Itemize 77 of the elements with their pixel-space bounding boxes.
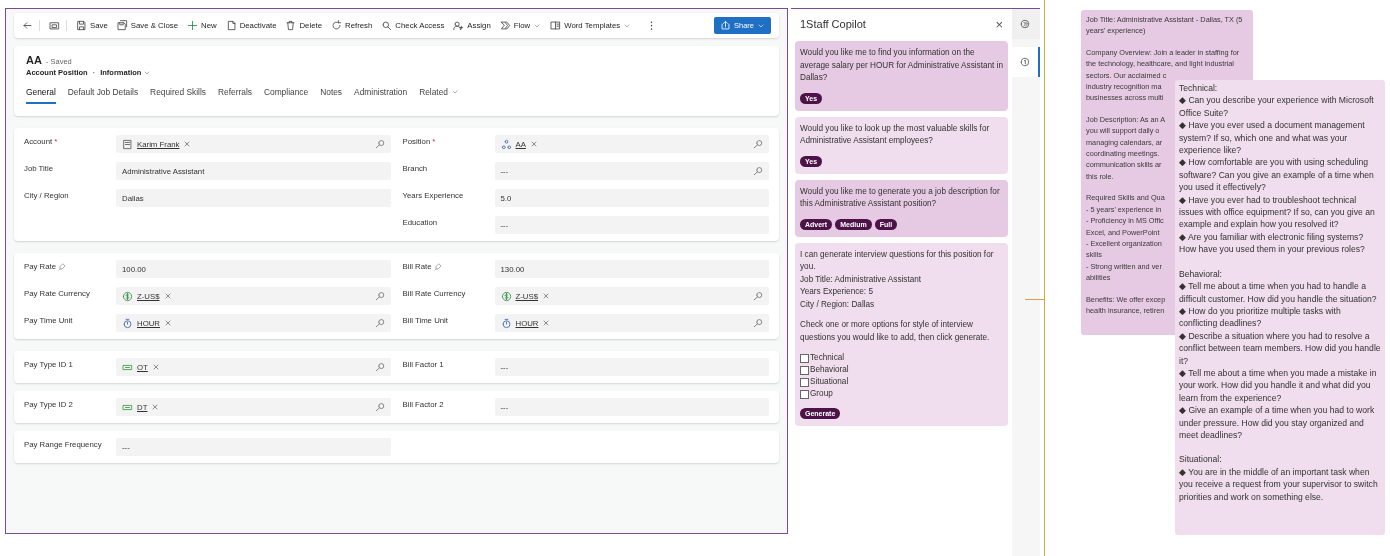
question-text: ◆ Have you ever used a document management system? If so, which one and what was your experience like? xyxy=(1179,119,1366,157)
save-icon xyxy=(76,20,87,31)
question-text: ◆ Describe a situation where you had to resolve a conflict between team members. How did you handle it? xyxy=(1179,329,1381,367)
stopwatch-icon xyxy=(500,317,512,329)
flow-icon xyxy=(499,20,511,31)
remove-icon[interactable] xyxy=(151,363,160,371)
share-icon xyxy=(720,20,731,31)
search-icon[interactable] xyxy=(753,291,763,301)
tab[interactable]: Notes xyxy=(320,87,343,104)
question-text: ◆ Tell me about a time when you made a mistake in your work. How did you handle it and what did you learn from the experience? xyxy=(1179,366,1378,405)
message-text: Years Experience: 5 xyxy=(800,286,874,298)
message-text: Would you like me to find you information on the average salary per HOUR for Administrative Assistant in Dallas? xyxy=(800,47,1004,84)
close-button[interactable]: × xyxy=(995,16,1003,32)
tab[interactable]: Referrals xyxy=(217,87,252,104)
tab[interactable]: Required Skills xyxy=(150,87,206,104)
dollar-icon xyxy=(500,290,512,302)
question-text: ◆ Are you familiar with electronic filing systems? How have you used them in your previous roles? xyxy=(1179,230,1366,256)
document-icon xyxy=(225,20,237,31)
document-icon xyxy=(550,20,562,31)
person-icon xyxy=(453,20,465,31)
trash-icon xyxy=(285,20,297,31)
remove-icon[interactable] xyxy=(163,319,172,327)
plus-icon xyxy=(187,20,199,31)
section-heading: Behavioral: xyxy=(1179,267,1223,281)
contact-card-icon xyxy=(122,138,133,150)
remove-icon[interactable] xyxy=(163,292,172,300)
checkbox-label: Situational xyxy=(810,376,849,388)
section-heading: Technical: xyxy=(1179,82,1219,95)
dollar-icon xyxy=(122,290,133,302)
people-icon xyxy=(500,138,512,150)
remove-icon[interactable] xyxy=(151,403,160,411)
message-text: Check one or more options for style of interview questions you would like to add, then click generate. xyxy=(800,319,991,344)
question-text: ◆ How do you prioritize multiple tasks with conflicting deadlines? xyxy=(1179,304,1342,330)
question-text: ◆ You are in the middle of an important task when you receive a request from your supervisor to switch priorities and work on something else. xyxy=(1179,465,1379,503)
remove-icon[interactable] xyxy=(529,140,538,148)
stopwatch-icon xyxy=(122,317,133,329)
search-icon[interactable] xyxy=(374,362,385,372)
checkbox-label: Behavioral xyxy=(810,364,849,376)
checkbox[interactable] xyxy=(800,365,809,375)
tab[interactable]: Default Job Details xyxy=(67,87,139,104)
remove-icon[interactable] xyxy=(542,319,551,327)
search-icon[interactable] xyxy=(374,291,385,301)
message-text: Would you like me to generate you a job description for this Administrative Assistant position? xyxy=(800,185,1001,210)
search-icon[interactable] xyxy=(753,139,763,149)
magnifier-icon xyxy=(381,20,393,31)
message-text: Would you like to look up the most valuable skills for Administrative Assistant employees? xyxy=(800,122,991,147)
remove-icon[interactable] xyxy=(542,292,551,300)
tab[interactable]: General xyxy=(26,87,56,104)
tab[interactable]: Compliance xyxy=(263,87,309,104)
section-heading: Situational: xyxy=(1179,453,1223,466)
search-icon[interactable] xyxy=(374,318,385,328)
message-text: City / Region: Dallas xyxy=(800,298,876,311)
question-text: ◆ Can you describe your experience with Microsoft Office Suite? xyxy=(1179,94,1375,120)
record-title: AA xyxy=(26,54,42,66)
question-text: ◆ Give an example of a time when you had to work under pressure. How did you stay organized and meet deadlines? xyxy=(1179,404,1376,442)
back-arrow-icon[interactable] xyxy=(22,20,40,31)
question-text: ◆ Tell me about a time when you had to handle a difficult customer. How did you handle the situation? xyxy=(1179,280,1378,305)
question-text: ◆ Have you ever had to troubleshoot technical issues with office equipment? If so, can you give an example and explain how you resolved it? xyxy=(1179,193,1376,231)
message-text: Job Title: Administrative Assistant xyxy=(800,273,923,286)
search-icon[interactable] xyxy=(374,402,385,412)
checkbox[interactable] xyxy=(800,353,809,363)
remove-icon[interactable] xyxy=(183,140,192,148)
window-icon[interactable] xyxy=(49,20,67,31)
checkbox[interactable] xyxy=(800,389,809,399)
question-text: ◆ How comfortable are you with using scheduling software? Can you give an example of a time when you used it effectively? xyxy=(1179,156,1375,194)
checkbox-label: Technical xyxy=(810,352,845,364)
tab[interactable]: Related xyxy=(419,87,459,104)
search-icon[interactable] xyxy=(753,318,763,328)
checkbox[interactable] xyxy=(800,377,809,387)
search-icon[interactable] xyxy=(374,139,385,149)
panel-title: 1Staff Copilot xyxy=(800,18,866,30)
save-icon xyxy=(116,20,128,31)
checkbox-label: Group xyxy=(810,388,833,400)
tab[interactable]: Administration xyxy=(354,87,408,104)
refresh-icon xyxy=(331,20,343,31)
search-icon[interactable] xyxy=(753,166,763,176)
message-text: I can generate interview questions for this position for you. xyxy=(800,248,995,273)
